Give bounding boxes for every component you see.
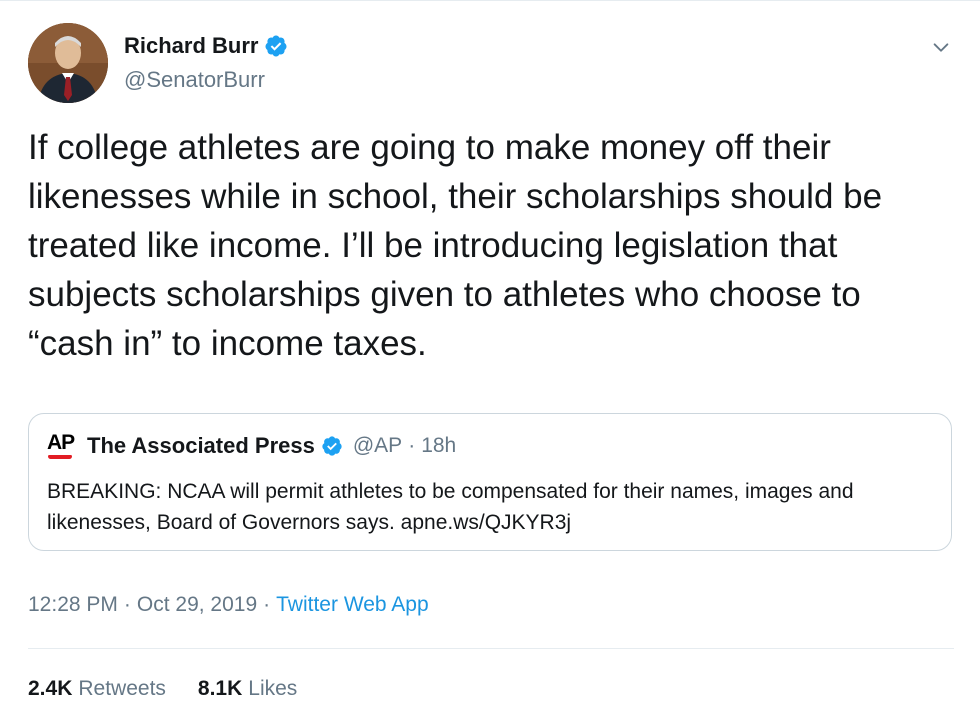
retweets-count: 2.4K — [28, 677, 73, 700]
ap-logo-underline — [48, 455, 72, 459]
name-row: Richard Burr — [124, 33, 288, 59]
tweet-meta: 12:28 PM · Oct 29, 2019 · Twitter Web Ap… — [28, 593, 429, 617]
likes-count: 8.1K — [197, 677, 243, 700]
tweet-time[interactable]: 12:28 PM — [28, 593, 118, 617]
tweet-stats: 2.4K Retweets 8.1K Likes — [28, 677, 329, 701]
quoted-time: 18h — [421, 434, 457, 457]
retweets-label: Retweets — [78, 677, 166, 700]
tweet-text: If college athletes are going to make mo… — [28, 128, 883, 363]
chevron-down-icon[interactable] — [930, 37, 952, 59]
likes-label: Likes — [248, 677, 298, 700]
tweet-date[interactable]: Oct 29, 2019 — [137, 593, 257, 617]
retweets-stat[interactable]: 2.4K Retweets — [28, 677, 166, 701]
tweet-card: Richard Burr @SenatorBurr If college ath… — [0, 0, 980, 720]
quoted-separator: · — [408, 434, 416, 457]
quoted-author-name: The Associated Press — [87, 433, 315, 458]
likes-stat[interactable]: 8.1K Likes — [198, 677, 297, 701]
divider — [28, 648, 954, 649]
author-handle[interactable]: @SenatorBurr — [124, 67, 265, 93]
avatar-portrait-icon — [28, 23, 108, 103]
verified-badge-icon — [322, 436, 342, 456]
avatar[interactable] — [28, 23, 108, 103]
ap-logo-text: AP — [47, 431, 75, 454]
quoted-tweet-text: BREAKING: NCAA will permit athletes to b… — [47, 480, 854, 534]
quoted-tweet-header: AP The Associated Press @AP · 18h — [47, 431, 456, 461]
meta-separator: · — [123, 593, 131, 616]
quoted-tweet[interactable]: AP The Associated Press @AP · 18h BREAKI… — [28, 413, 952, 551]
verified-badge-icon — [265, 35, 287, 57]
tweet-header: Richard Burr @SenatorBurr — [28, 23, 968, 107]
author-name[interactable]: Richard Burr — [124, 33, 258, 59]
ap-logo: AP — [47, 431, 79, 461]
tweet-source-link[interactable]: Twitter Web App — [276, 593, 429, 617]
meta-separator: · — [263, 593, 271, 616]
quoted-author-handle: @AP — [352, 434, 403, 457]
